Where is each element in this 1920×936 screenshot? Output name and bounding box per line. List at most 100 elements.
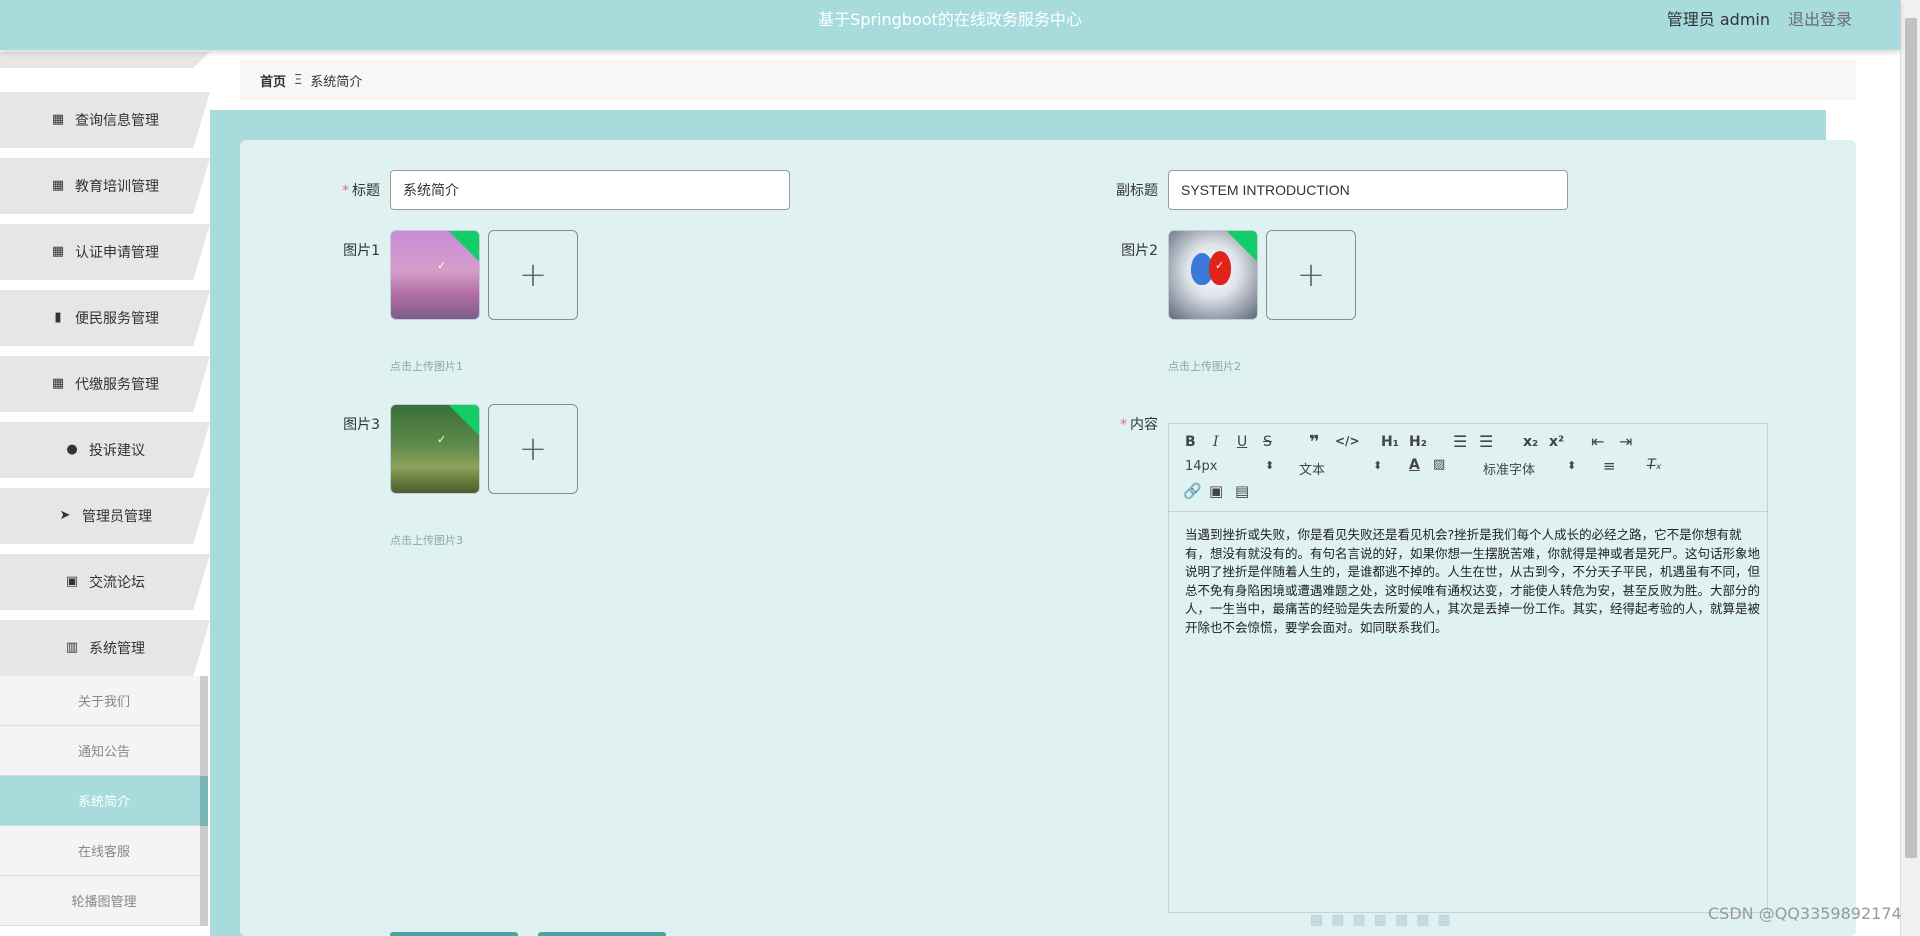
- sidebar-item-label: 管理员管理: [82, 509, 152, 525]
- breadcrumb: 首页 Ξ 系统简介: [240, 60, 1856, 100]
- image3-thumbnail[interactable]: ✓: [390, 404, 480, 494]
- sidebar-item-admins[interactable]: ➤ 管理员管理: [0, 488, 210, 544]
- sidebar-item-query-info[interactable]: ▦ 查询信息管理: [0, 92, 210, 148]
- breadcrumb-home[interactable]: 首页: [260, 71, 286, 90]
- check-icon: ✓: [437, 259, 447, 272]
- blockquote-icon[interactable]: ❞: [1309, 432, 1320, 453]
- chevron-updown-icon: ⬍: [1567, 459, 1577, 472]
- heading1-icon[interactable]: H₁: [1381, 434, 1399, 450]
- editor-content[interactable]: 当遇到挫折或失败，你是看见失败还是看见机会?挫折是我们每个人成长的必经之路，它不…: [1185, 526, 1763, 637]
- background-color-icon[interactable]: ▨: [1433, 457, 1445, 472]
- submit-button[interactable]: [390, 932, 518, 936]
- link-icon[interactable]: 🔗: [1183, 482, 1202, 500]
- upload-success-badge: [447, 405, 479, 437]
- title-input[interactable]: 系统简介: [390, 170, 790, 210]
- submenu-item-system-intro[interactable]: 系统简介: [0, 776, 208, 826]
- sidebar-item-label: 便民服务管理: [75, 311, 159, 327]
- submenu-edge: [200, 876, 208, 926]
- submenu-item-notices[interactable]: 通知公告: [0, 726, 208, 776]
- image2-thumbnail[interactable]: ✓: [1168, 230, 1258, 320]
- page-scrollbar-thumb[interactable]: [1905, 18, 1917, 858]
- image1-label: 图片1: [343, 243, 380, 259]
- image1-hint: 点击上传图片1: [390, 360, 463, 373]
- subtitle-label: 副标题: [1116, 183, 1158, 199]
- book-icon: ▥: [65, 640, 79, 655]
- sidebar-item-convenience[interactable]: ▮ 便民服务管理: [0, 290, 210, 346]
- sidebar-item-label: 系统管理: [89, 641, 145, 657]
- bullet-list-icon[interactable]: ☰: [1479, 432, 1493, 451]
- submenu-item-carousel[interactable]: 轮播图管理: [0, 876, 208, 926]
- send-icon: ➤: [59, 508, 71, 523]
- text-type-select[interactable]: 文本: [1299, 459, 1325, 478]
- text-color-icon[interactable]: A: [1409, 457, 1420, 473]
- content-label: * 内容: [1120, 417, 1158, 433]
- font-size-select[interactable]: 14px: [1185, 459, 1218, 474]
- sidebar-item-label: 交流论坛: [89, 575, 145, 591]
- clear-format-icon[interactable]: T̶ₓ: [1647, 457, 1662, 473]
- font-family-select[interactable]: 标准字体: [1483, 459, 1535, 478]
- sidebar-item-education[interactable]: ▦ 教育培训管理: [0, 158, 210, 214]
- sidebar-item-complaints[interactable]: ● 投诉建议: [0, 422, 210, 478]
- strikethrough-icon[interactable]: S: [1263, 434, 1272, 450]
- submenu-edge: [200, 676, 208, 726]
- check-icon: ✓: [1215, 259, 1225, 272]
- sidebar: ▦ 查询信息管理 ▦ 教育培训管理 ▦ 认证申请管理 ▮ 便民服务管理 ▦ 代缴…: [0, 52, 210, 936]
- sidebar-item-label: 教育培训管理: [75, 179, 159, 195]
- upload-success-badge: [1225, 231, 1257, 263]
- ordered-list-icon[interactable]: ☰: [1453, 432, 1467, 451]
- indent-icon[interactable]: ⇥: [1619, 432, 1632, 451]
- image2-upload-button[interactable]: +: [1266, 230, 1356, 320]
- submenu-item-label: 在线客服: [77, 845, 130, 860]
- breadcrumb-separator-icon: Ξ: [294, 72, 303, 88]
- underline-icon[interactable]: U: [1237, 434, 1247, 450]
- submenu-item-label: 关于我们: [77, 695, 130, 710]
- submenu-item-label: 通知公告: [77, 745, 130, 760]
- sidebar-item-system[interactable]: ▥ 系统管理: [0, 620, 210, 676]
- watermark: CSDN @QQ3359892174: [1708, 904, 1902, 923]
- superscript-icon[interactable]: x²: [1549, 434, 1564, 450]
- chevron-updown-icon: ⬍: [1265, 459, 1275, 472]
- outdent-icon[interactable]: ⇤: [1591, 432, 1604, 451]
- image-icon[interactable]: ▣: [1209, 482, 1223, 500]
- image3-hint: 点击上传图片3: [390, 534, 463, 547]
- chevron-updown-icon: ⬍: [1373, 459, 1383, 472]
- bar-chart-icon: ▮: [54, 310, 62, 325]
- sidebar-item-label: 查询信息管理: [75, 113, 159, 129]
- image3-upload-button[interactable]: +: [488, 404, 578, 494]
- current-user-label: 管理员 admin: [1666, 10, 1770, 29]
- submenu-item-label: 轮播图管理: [71, 895, 137, 910]
- submenu-item-about[interactable]: 关于我们: [0, 676, 208, 726]
- submenu-item-online-service[interactable]: 在线客服: [0, 826, 208, 876]
- grid-icon: ▦: [51, 178, 65, 193]
- rich-text-editor: B I U S ❞ </> H₁ H₂ ☰ ☰ x₂ x² ⇤ ⇥ 14px ⬍…: [1168, 423, 1768, 913]
- image1-thumbnail[interactable]: ✓: [390, 230, 480, 320]
- cancel-button[interactable]: [538, 932, 666, 936]
- submenu-item-label: 系统简介: [77, 795, 130, 810]
- grid-icon: ▦: [51, 244, 65, 259]
- sidebar-item-label: 投诉建议: [89, 443, 145, 459]
- top-header: 基于Springboot的在线政务服务中心 管理员 admin 退出登录: [0, 0, 1900, 50]
- code-block-icon[interactable]: </>: [1335, 434, 1360, 448]
- page-scrollbar[interactable]: [1900, 0, 1920, 936]
- bold-icon[interactable]: B: [1185, 434, 1196, 450]
- logout-link[interactable]: 退出登录: [1788, 0, 1852, 40]
- video-icon[interactable]: ▤: [1235, 482, 1249, 500]
- subtitle-input[interactable]: SYSTEM INTRODUCTION: [1168, 170, 1568, 210]
- ime-toolbar: ▩▩▩▩▩▩▩: [1310, 912, 1459, 928]
- sidebar-item-payment[interactable]: ▦ 代缴服务管理: [0, 356, 210, 412]
- editor-toolbar: B I U S ❞ </> H₁ H₂ ☰ ☰ x₂ x² ⇤ ⇥ 14px ⬍…: [1169, 424, 1767, 512]
- align-icon[interactable]: ≡: [1603, 457, 1616, 475]
- image1-upload-button[interactable]: +: [488, 230, 578, 320]
- title-label: * 标题: [342, 183, 380, 199]
- sidebar-item-label: 代缴服务管理: [75, 377, 159, 393]
- subscript-icon[interactable]: x₂: [1523, 434, 1538, 450]
- check-icon: ✓: [437, 433, 447, 446]
- breadcrumb-current: 系统简介: [310, 74, 363, 90]
- sidebar-item-certification[interactable]: ▦ 认证申请管理: [0, 224, 210, 280]
- sidebar-item-partial[interactable]: [0, 52, 210, 68]
- image3-label: 图片3: [343, 417, 380, 433]
- heading2-icon[interactable]: H₂: [1409, 434, 1427, 450]
- italic-icon[interactable]: I: [1213, 434, 1219, 450]
- sidebar-item-forum[interactable]: ▣ 交流论坛: [0, 554, 210, 610]
- grid-icon: ▦: [51, 112, 65, 127]
